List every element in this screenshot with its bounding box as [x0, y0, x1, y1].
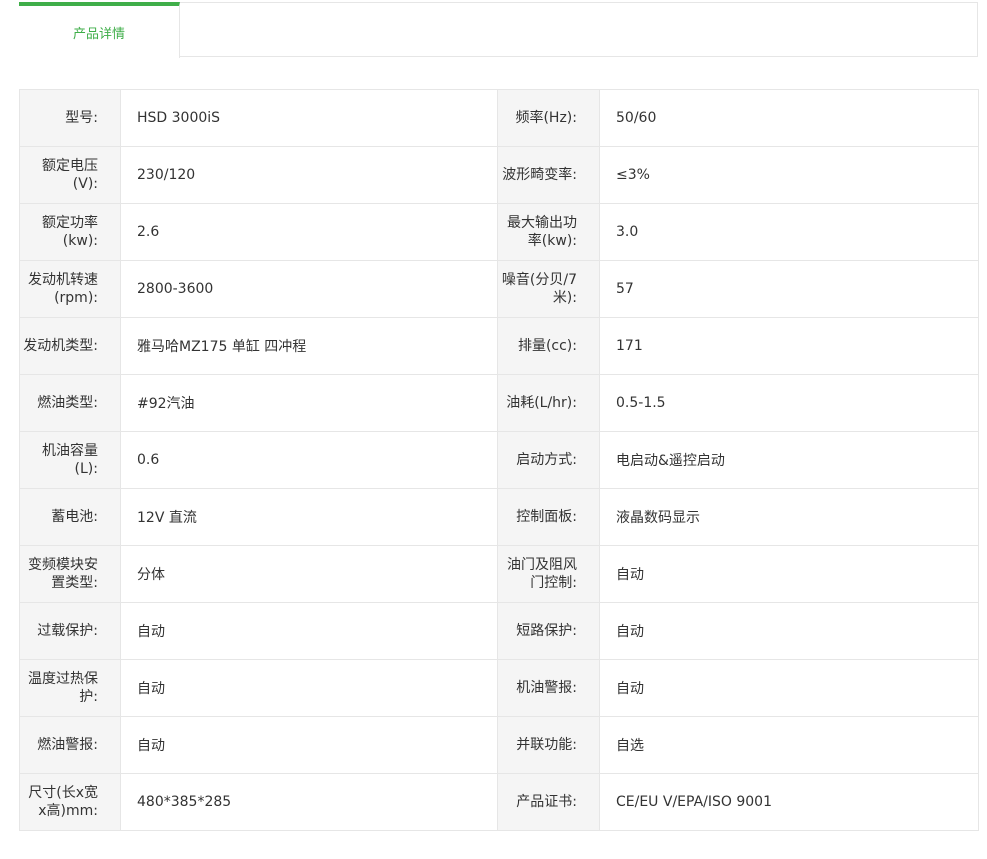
spec-value: 0.6	[120, 431, 498, 489]
spec-label: 过载保护:	[19, 602, 121, 660]
spec-label: 控制面板:	[497, 488, 600, 546]
spec-label: 发动机转速(rpm):	[19, 260, 121, 318]
spec-label: 燃油警报:	[19, 716, 121, 774]
spec-table: 型号: HSD 3000iS 频率(Hz): 50/60 额定电压(V): 230/120…	[19, 89, 979, 831]
spec-label: 油门及阻风门控制:	[497, 545, 600, 603]
tab-bar: 产品详情	[19, 2, 978, 58]
spec-label: 短路保护:	[497, 602, 600, 660]
spec-value: ≤3%	[599, 146, 979, 204]
spec-value: #92汽油	[120, 374, 498, 432]
spec-value: 12V 直流	[120, 488, 498, 546]
spec-value: 雅马哈MZ175 单缸 四冲程	[120, 317, 498, 375]
table-row: 发动机转速(rpm): 2800-3600 噪音(分贝/7米): 57	[19, 260, 979, 318]
tab-product-details[interactable]: 产品详情	[19, 2, 180, 58]
spec-value: 480*385*285	[120, 773, 498, 831]
table-row: 燃油警报: 自动 并联功能: 自选	[19, 716, 979, 774]
spec-label: 蓄电池:	[19, 488, 121, 546]
table-row: 燃油类型: #92汽油 油耗(L/hr): 0.5-1.5	[19, 374, 979, 432]
spec-value: 自动	[599, 602, 979, 660]
spec-label: 变频模块安置类型:	[19, 545, 121, 603]
table-row: 额定功率(kw): 2.6 最大输出功率(kw): 3.0	[19, 203, 979, 261]
spec-value: 2.6	[120, 203, 498, 261]
spec-label: 启动方式:	[497, 431, 600, 489]
spec-label: 额定功率(kw):	[19, 203, 121, 261]
spec-value: 自动	[120, 716, 498, 774]
table-row: 额定电压(V): 230/120 波形畸变率: ≤3%	[19, 146, 979, 204]
table-row: 型号: HSD 3000iS 频率(Hz): 50/60	[19, 89, 979, 147]
spec-value: 0.5-1.5	[599, 374, 979, 432]
spec-label: 油耗(L/hr):	[497, 374, 600, 432]
spec-label: 型号:	[19, 89, 121, 147]
spec-value: 自动	[120, 602, 498, 660]
spec-label: 产品证书:	[497, 773, 600, 831]
spec-table-body: 型号: HSD 3000iS 频率(Hz): 50/60 额定电压(V): 230/120…	[19, 89, 979, 831]
table-row: 蓄电池: 12V 直流 控制面板: 液晶数码显示	[19, 488, 979, 546]
table-row: 变频模块安置类型: 分体 油门及阻风门控制: 自动	[19, 545, 979, 603]
table-row: 过载保护: 自动 短路保护: 自动	[19, 602, 979, 660]
spec-value: 50/60	[599, 89, 979, 147]
spec-label: 并联功能:	[497, 716, 600, 774]
table-row: 温度过热保护: 自动 机油警报: 自动	[19, 659, 979, 717]
tab-label: 产品详情	[72, 26, 125, 42]
spec-value: 57	[599, 260, 979, 318]
spec-value: 自动	[120, 659, 498, 717]
spec-label: 波形畸变率:	[497, 146, 600, 204]
spec-label: 额定电压(V):	[19, 146, 121, 204]
table-row: 尺寸(长x宽x高)mm: 480*385*285 产品证书: CE/EU V/EPA/…	[19, 773, 979, 831]
spec-value: 171	[599, 317, 979, 375]
table-row: 机油容量(L): 0.6 启动方式: 电启动&遥控启动	[19, 431, 979, 489]
spec-label: 频率(Hz):	[497, 89, 600, 147]
spec-value: 3.0	[599, 203, 979, 261]
spec-value: 自选	[599, 716, 979, 774]
spec-value: CE/EU V/EPA/ISO 9001	[599, 773, 979, 831]
spec-label: 噪音(分贝/7米):	[497, 260, 600, 318]
spec-label: 燃油类型:	[19, 374, 121, 432]
spec-label: 排量(cc):	[497, 317, 600, 375]
spec-value: HSD 3000iS	[120, 89, 498, 147]
spec-label: 尺寸(长x宽x高)mm:	[19, 773, 121, 831]
spec-label: 机油警报:	[497, 659, 600, 717]
spec-label: 温度过热保护:	[19, 659, 121, 717]
table-row: 发动机类型: 雅马哈MZ175 单缸 四冲程 排量(cc): 171	[19, 317, 979, 375]
spec-label: 机油容量(L):	[19, 431, 121, 489]
spec-value: 2800-3600	[120, 260, 498, 318]
spec-value: 230/120	[120, 146, 498, 204]
spec-value: 分体	[120, 545, 498, 603]
spec-value: 自动	[599, 659, 979, 717]
spec-label: 发动机类型:	[19, 317, 121, 375]
spec-value: 液晶数码显示	[599, 488, 979, 546]
spec-label: 最大输出功率(kw):	[497, 203, 600, 261]
spec-value: 电启动&遥控启动	[599, 431, 979, 489]
spec-value: 自动	[599, 545, 979, 603]
